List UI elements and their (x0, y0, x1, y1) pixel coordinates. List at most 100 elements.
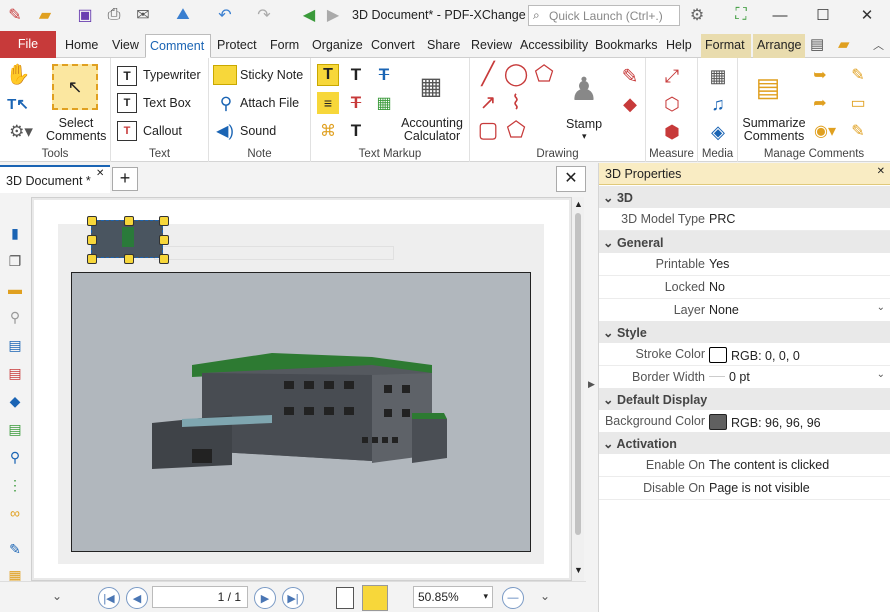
single-page-view-icon[interactable] (336, 587, 354, 609)
next-page-button[interactable]: ▶ (254, 587, 276, 609)
arrow-icon[interactable]: ↗ (476, 90, 500, 114)
document-tab[interactable]: 3D Document * ✕ (0, 165, 110, 193)
comments-panel-icon[interactable]: ▬ (5, 279, 25, 299)
tab-organize[interactable]: Organize (308, 34, 367, 58)
row-stroke-color[interactable]: Stroke Color RGB: 0, 0, 0 (599, 343, 890, 366)
tab-review[interactable]: Review (467, 34, 516, 58)
stroke-color-value[interactable]: RGB: 0, 0, 0 (709, 347, 800, 363)
properties-icon[interactable]: ▤ (810, 35, 824, 53)
tags-panel-icon[interactable]: ▤ (5, 419, 25, 439)
pages-panel-icon[interactable]: ❐ (5, 251, 25, 271)
row-border-width[interactable]: Border Width 0 pt ⌄ (599, 366, 890, 389)
3d-model-icon[interactable]: ◈ (706, 120, 730, 144)
settings-gear-icon[interactable]: ⚙ (686, 4, 708, 26)
labels-panel-icon[interactable]: ✎ (5, 539, 25, 559)
zoom-out-button[interactable]: — (502, 587, 524, 609)
row-layer[interactable]: Layer None ⌄ (599, 299, 890, 322)
typewriter-button[interactable]: Typewriter (143, 68, 201, 82)
caret-text-icon[interactable]: T (345, 120, 367, 142)
document-viewer[interactable] (31, 197, 572, 581)
panel-splitter[interactable]: ▶ (586, 163, 598, 612)
resize-handle-n[interactable] (124, 216, 134, 226)
attach-file-button[interactable]: Attach File (240, 96, 299, 110)
strikeout-text-icon[interactable]: T (373, 64, 395, 86)
show-comments-icon[interactable]: ◉▾ (808, 120, 842, 142)
forward-icon[interactable]: ▶ (322, 4, 344, 26)
links-panel-icon[interactable]: ∞ (5, 503, 25, 523)
zoom-tools-icon[interactable]: ⚙▾ (4, 120, 38, 144)
layer-value[interactable]: None (709, 303, 739, 317)
tab-home[interactable]: Home (61, 34, 102, 58)
resize-handle-ne[interactable] (159, 216, 169, 226)
video-icon[interactable]: ▦ (706, 64, 730, 88)
resize-handle-s[interactable] (124, 254, 134, 264)
insert-text-icon[interactable]: ▦ (373, 92, 395, 114)
print-icon[interactable]: ⎙ (103, 4, 125, 26)
save-icon[interactable]: ▣ (74, 4, 96, 26)
summarize-comments-button[interactable]: Summarize Comments (740, 117, 808, 143)
first-page-button[interactable]: |◀ (98, 587, 120, 609)
resize-handle-sw[interactable] (87, 254, 97, 264)
chevron-down-icon[interactable]: ⌄ (877, 369, 885, 380)
accounting-calculator-button[interactable]: Accounting Calculator (397, 117, 467, 143)
section-activation[interactable]: ⌄ Activation (599, 432, 890, 454)
zoom-options-icon[interactable]: ⌄ (540, 589, 550, 603)
continuous-view-icon[interactable] (362, 585, 388, 611)
row-disable-on[interactable]: Disable On Page is not visible (599, 477, 890, 500)
resize-handle-e[interactable] (159, 235, 169, 245)
highlight-text-icon[interactable]: T (317, 64, 339, 86)
printable-value[interactable]: Yes (709, 257, 729, 271)
enable-on-value[interactable]: The content is clicked (709, 458, 829, 472)
redo-icon[interactable]: ↷ (253, 4, 275, 26)
close-document-button[interactable]: ✕ (556, 166, 586, 192)
open-folder-icon[interactable]: ▰ (34, 4, 56, 26)
resize-handle-nw[interactable] (87, 216, 97, 226)
tab-arrange[interactable]: Arrange (753, 34, 805, 58)
row-printable[interactable]: Printable Yes (599, 253, 890, 276)
tab-convert[interactable]: Convert (367, 34, 419, 58)
select-text-icon[interactable]: T↖ (6, 92, 30, 116)
export-comments-icon[interactable]: ➦ (808, 92, 832, 114)
location-panel-icon[interactable]: ⚲ (5, 447, 25, 467)
section-3d[interactable]: ⌄ 3D (599, 186, 890, 208)
squiggly-icon[interactable]: ⌘ (317, 120, 339, 142)
stamp-button[interactable]: Stamp (566, 117, 602, 131)
undo-icon[interactable]: ↶ (214, 4, 236, 26)
comment-list-icon[interactable]: ✎ (846, 120, 870, 142)
replace-text-icon[interactable]: T (345, 92, 367, 114)
zoom-level-field[interactable]: 50.85% ▾ (413, 586, 493, 608)
stamp-dropdown-icon[interactable]: ▾ (582, 131, 587, 142)
close-window-button[interactable]: ✕ (852, 4, 882, 26)
resize-handle-w[interactable] (87, 235, 97, 245)
tab-form[interactable]: Form (266, 34, 303, 58)
scrollbar-thumb[interactable] (575, 213, 581, 535)
collapse-panel-icon[interactable]: ▶ (588, 379, 595, 390)
tab-file[interactable]: File (0, 31, 56, 58)
page-number-field[interactable]: 1 / 1 (152, 586, 248, 608)
section-default-display[interactable]: ⌄ Default Display (599, 388, 890, 410)
close-tab-icon[interactable]: ✕ (96, 168, 104, 179)
tab-comment[interactable]: Comment (145, 34, 211, 58)
underline-text-icon[interactable]: T (345, 64, 367, 86)
section-general[interactable]: ⌄ General (599, 231, 890, 253)
distance-icon[interactable]: ⤢ (660, 64, 684, 88)
tab-bookmarks[interactable]: Bookmarks (591, 34, 662, 58)
destinations-panel-icon[interactable]: ▤ (5, 335, 25, 355)
sticky-note-button[interactable]: Sticky Note (240, 68, 303, 82)
3d-model-view[interactable] (71, 272, 531, 552)
polyline-icon[interactable]: ⌇ (504, 90, 528, 114)
stroke-color-swatch[interactable] (709, 347, 727, 363)
section-style[interactable]: ⌄ Style (599, 321, 890, 343)
pentagon-icon[interactable]: ⬠ (504, 117, 528, 142)
border-width-value[interactable]: 0 pt (709, 370, 750, 384)
tab-protect[interactable]: Protect (213, 34, 261, 58)
folder-search-icon[interactable]: ▰ (838, 35, 850, 53)
eraser-icon[interactable]: ◆ (618, 92, 642, 116)
chevron-down-icon[interactable]: ⌄ (877, 302, 885, 313)
oval-icon[interactable]: ◯ (504, 61, 529, 86)
import-comments-icon[interactable]: ➥ (808, 64, 832, 86)
pencil-icon[interactable]: ✎ (618, 64, 642, 88)
last-page-button[interactable]: ▶| (282, 587, 304, 609)
signatures-panel-icon[interactable]: ▤ (5, 363, 25, 383)
row-locked[interactable]: Locked No (599, 276, 890, 299)
